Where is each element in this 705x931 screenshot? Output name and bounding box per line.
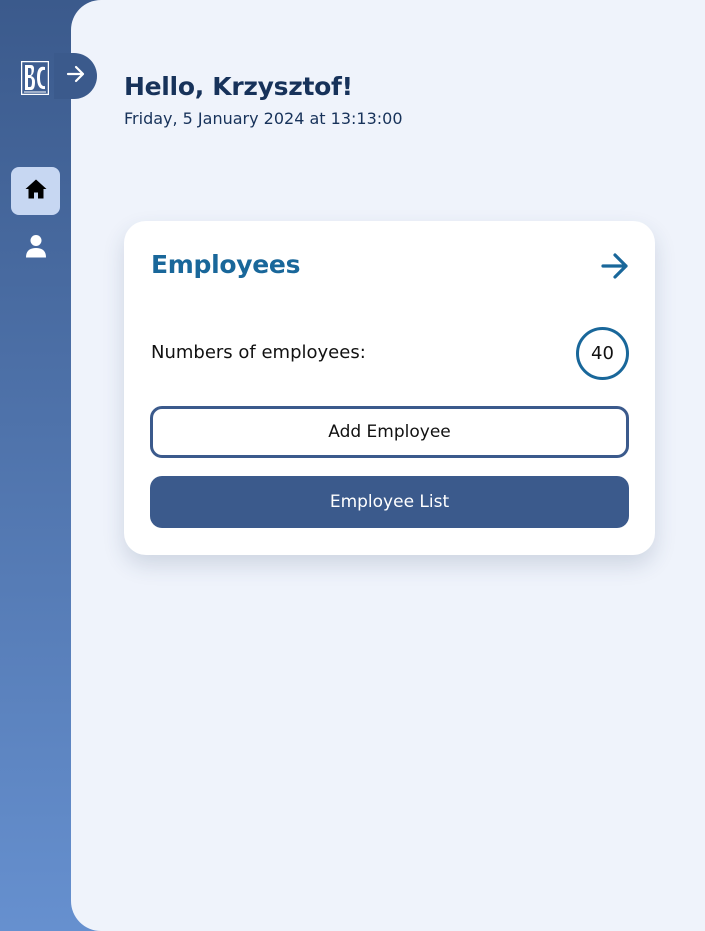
sidebar (0, 0, 71, 931)
company-logo (20, 60, 50, 96)
arrow-right-icon (66, 65, 86, 87)
sidebar-item-profile[interactable] (11, 224, 60, 272)
employee-count-label: Numbers of employees: (151, 342, 366, 363)
employees-card: Employees Numbers of employees: 40 Add E… (124, 221, 655, 555)
main-content: Hello, Krzysztof! Friday, 5 January 2024… (71, 0, 705, 931)
employees-card-title: Employees (151, 250, 301, 279)
greeting-title: Hello, Krzysztof! (124, 72, 353, 101)
current-datetime: Friday, 5 January 2024 at 13:13:00 (124, 109, 403, 128)
add-employee-button[interactable]: Add Employee (150, 406, 629, 458)
home-icon (24, 178, 48, 204)
employee-list-button[interactable]: Employee List (150, 476, 629, 528)
user-icon (25, 234, 47, 262)
employee-count-badge: 40 (576, 327, 629, 380)
sidebar-item-home[interactable] (11, 167, 60, 215)
arrow-right-icon[interactable] (600, 252, 630, 280)
